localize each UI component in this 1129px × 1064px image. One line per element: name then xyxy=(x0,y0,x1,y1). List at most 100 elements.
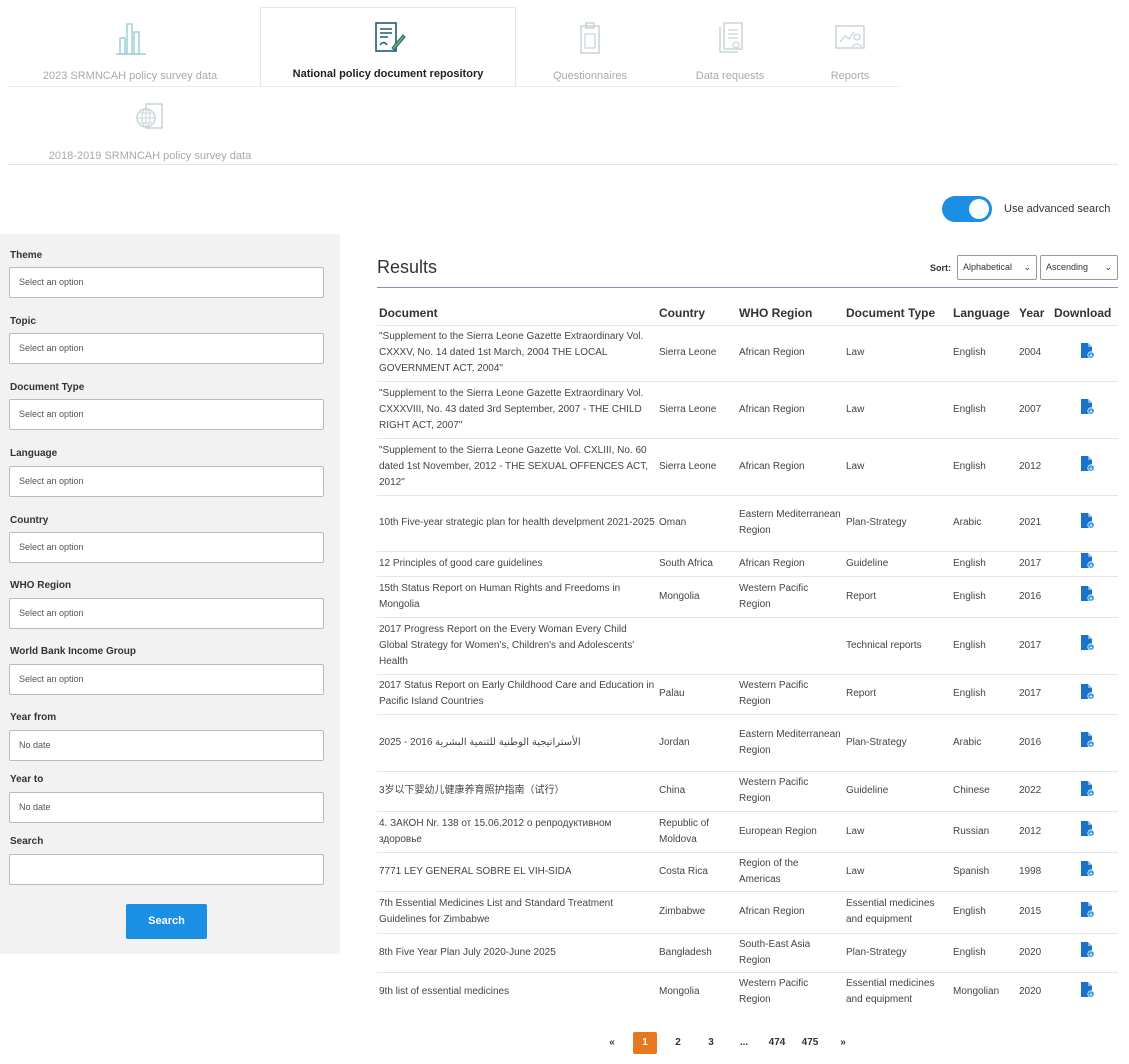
download-cell[interactable] xyxy=(1052,494,1118,551)
download-cell[interactable] xyxy=(1052,810,1118,852)
download-icon[interactable] xyxy=(1080,512,1094,529)
table-row[interactable]: 9th list of essential medicines Mongolia W… xyxy=(377,971,1118,1012)
download-icon[interactable] xyxy=(1080,552,1094,569)
download-icon[interactable] xyxy=(1080,634,1094,651)
download-cell[interactable] xyxy=(1052,890,1118,933)
download-cell[interactable] xyxy=(1052,550,1118,576)
document-title-cell[interactable]: 3岁以下婴幼儿健康养育照护指南（试行） xyxy=(377,770,657,811)
table-row[interactable]: 10th Five-year strategic plan for health… xyxy=(377,494,1118,551)
download-icon[interactable] xyxy=(1080,860,1094,877)
download-icon[interactable] xyxy=(1080,683,1094,700)
download-cell[interactable] xyxy=(1052,673,1118,714)
pagination-ellipsis[interactable]: ... xyxy=(732,1032,756,1054)
document-title-cell[interactable]: 10th Five-year strategic plan for health… xyxy=(377,494,657,551)
table-row[interactable]: 12 Principles of good care guidelines Sou… xyxy=(377,550,1118,576)
download-cell[interactable] xyxy=(1052,713,1118,771)
toggle-switch[interactable] xyxy=(942,196,992,222)
search-button[interactable]: Search xyxy=(126,904,207,939)
download-cell[interactable] xyxy=(1052,851,1118,891)
pagination-page[interactable]: 3 xyxy=(699,1032,723,1054)
download-icon[interactable] xyxy=(1080,398,1094,415)
document-type-cell: Essential medicines and equipment xyxy=(844,971,951,1012)
table-row[interactable]: 7th Essential Medicines List and Standar… xyxy=(377,890,1118,933)
download-icon[interactable] xyxy=(1080,981,1094,998)
document-type-cell: Plan-Strategy xyxy=(844,713,951,771)
download-icon[interactable] xyxy=(1080,901,1094,918)
download-cell[interactable] xyxy=(1052,971,1118,1012)
document-type-select[interactable]: Select an option xyxy=(9,399,324,430)
download-cell[interactable] xyxy=(1052,770,1118,811)
download-icon[interactable] xyxy=(1080,780,1094,797)
tab-reports[interactable]: Reports xyxy=(800,20,900,82)
document-title-cell[interactable]: "Supplement to the Sierra Leone Gazette … xyxy=(377,437,657,495)
download-icon[interactable] xyxy=(1080,585,1094,602)
tab-2018-2019-survey[interactable]: 2018-2019 SRMNCAH policy survey data xyxy=(30,100,270,162)
document-title-cell[interactable]: 12 Principles of good care guidelines xyxy=(377,550,657,576)
download-cell[interactable] xyxy=(1052,324,1118,381)
sort-order-select[interactable]: Ascending ⌄ xyxy=(1040,255,1118,280)
search-input[interactable] xyxy=(9,854,324,885)
download-icon[interactable] xyxy=(1080,731,1094,748)
document-title-cell[interactable]: 9th list of essential medicines xyxy=(377,971,657,1012)
download-icon[interactable] xyxy=(1080,820,1094,837)
table-row[interactable]: "Supplement to the Sierra Leone Gazette … xyxy=(377,324,1118,381)
document-title-cell[interactable]: "Supplement to the Sierra Leone Gazette … xyxy=(377,324,657,381)
pagination-page[interactable]: 474 xyxy=(765,1032,789,1054)
column-header-language[interactable]: Language xyxy=(951,301,1017,325)
country-select[interactable]: Select an option xyxy=(9,532,324,563)
advanced-search-toggle[interactable]: Use advanced search xyxy=(942,196,1110,222)
pagination-page[interactable]: 475 xyxy=(798,1032,822,1054)
document-title-cell[interactable]: 2017 Status Report on Early Childhood Ca… xyxy=(377,673,657,714)
table-row[interactable]: 8th Five Year Plan July 2020-June 2025 Ba… xyxy=(377,932,1118,972)
table-row[interactable]: 2017 Progress Report on the Every Woman … xyxy=(377,616,1118,674)
download-cell[interactable] xyxy=(1052,380,1118,438)
pagination-page[interactable]: 2 xyxy=(666,1032,690,1054)
tab-2023-survey[interactable]: 2023 SRMNCAH policy survey data xyxy=(30,20,230,82)
tab-national-policy-repository[interactable]: National policy document repository xyxy=(260,7,516,87)
document-title-cell[interactable]: 8th Five Year Plan July 2020-June 2025 xyxy=(377,932,657,972)
table-row[interactable]: "Supplement to the Sierra Leone Gazette … xyxy=(377,437,1118,495)
document-title-cell[interactable]: 15th Status Report on Human Rights and F… xyxy=(377,575,657,617)
download-icon[interactable] xyxy=(1080,455,1094,472)
document-title-cell[interactable]: "Supplement to the Sierra Leone Gazette … xyxy=(377,380,657,438)
table-row[interactable]: 7771 LEY GENERAL SOBRE EL VIH-SIDA Costa … xyxy=(377,851,1118,891)
column-header-country[interactable]: Country xyxy=(657,301,737,325)
table-row[interactable]: 3岁以下婴幼儿健康养育照护指南（试行） China Western Pacific … xyxy=(377,770,1118,811)
language-cell: Arabic xyxy=(951,494,1017,551)
table-row[interactable]: "Supplement to the Sierra Leone Gazette … xyxy=(377,380,1118,438)
topic-select[interactable]: Select an option xyxy=(9,333,324,364)
column-header-who-region[interactable]: WHO Region xyxy=(737,301,844,325)
column-header-year[interactable]: Year xyxy=(1017,301,1052,325)
theme-select[interactable]: Select an option xyxy=(9,267,324,298)
table-row[interactable]: 15th Status Report on Human Rights and F… xyxy=(377,575,1118,617)
sort-by-select[interactable]: Alphabetical ⌄ xyxy=(957,255,1037,280)
document-title-cell[interactable]: 4. ЗАКОН Nr. 138 от 15.06.2012 о репроду… xyxy=(377,810,657,852)
table-row[interactable]: الأستراتيجية الوطنية للتنمية البشرية 201… xyxy=(377,713,1118,771)
pagination-page[interactable]: 1 xyxy=(633,1032,657,1054)
document-title-cell[interactable]: 7771 LEY GENERAL SOBRE EL VIH-SIDA xyxy=(377,851,657,891)
document-title-cell[interactable]: الأستراتيجية الوطنية للتنمية البشرية 201… xyxy=(377,713,657,771)
download-icon[interactable] xyxy=(1080,342,1094,359)
download-icon[interactable] xyxy=(1080,941,1094,958)
language-select[interactable]: Select an option xyxy=(9,466,324,497)
column-header-document[interactable]: Document xyxy=(377,301,657,325)
tab-questionnaires[interactable]: Questionnaires xyxy=(530,20,650,82)
language-cell: English xyxy=(951,673,1017,714)
income-group-select[interactable]: Select an option xyxy=(9,664,324,695)
download-cell[interactable] xyxy=(1052,575,1118,617)
tab-data-requests[interactable]: Data requests xyxy=(670,20,790,82)
table-row[interactable]: 2017 Status Report on Early Childhood Ca… xyxy=(377,673,1118,714)
pagination-prev[interactable]: « xyxy=(600,1032,624,1054)
year-from-field[interactable]: No date xyxy=(9,730,324,761)
document-title-cell[interactable]: 2017 Progress Report on the Every Woman … xyxy=(377,616,657,674)
language-cell: English xyxy=(951,380,1017,438)
download-cell[interactable] xyxy=(1052,437,1118,495)
who-region-select[interactable]: Select an option xyxy=(9,598,324,629)
document-title-cell[interactable]: 7th Essential Medicines List and Standar… xyxy=(377,890,657,933)
table-row[interactable]: 4. ЗАКОН Nr. 138 от 15.06.2012 о репроду… xyxy=(377,810,1118,852)
year-to-field[interactable]: No date xyxy=(9,792,324,823)
pagination-next[interactable]: » xyxy=(831,1032,855,1054)
column-header-document-type[interactable]: Document Type xyxy=(844,301,951,325)
download-cell[interactable] xyxy=(1052,932,1118,972)
download-cell[interactable] xyxy=(1052,616,1118,674)
